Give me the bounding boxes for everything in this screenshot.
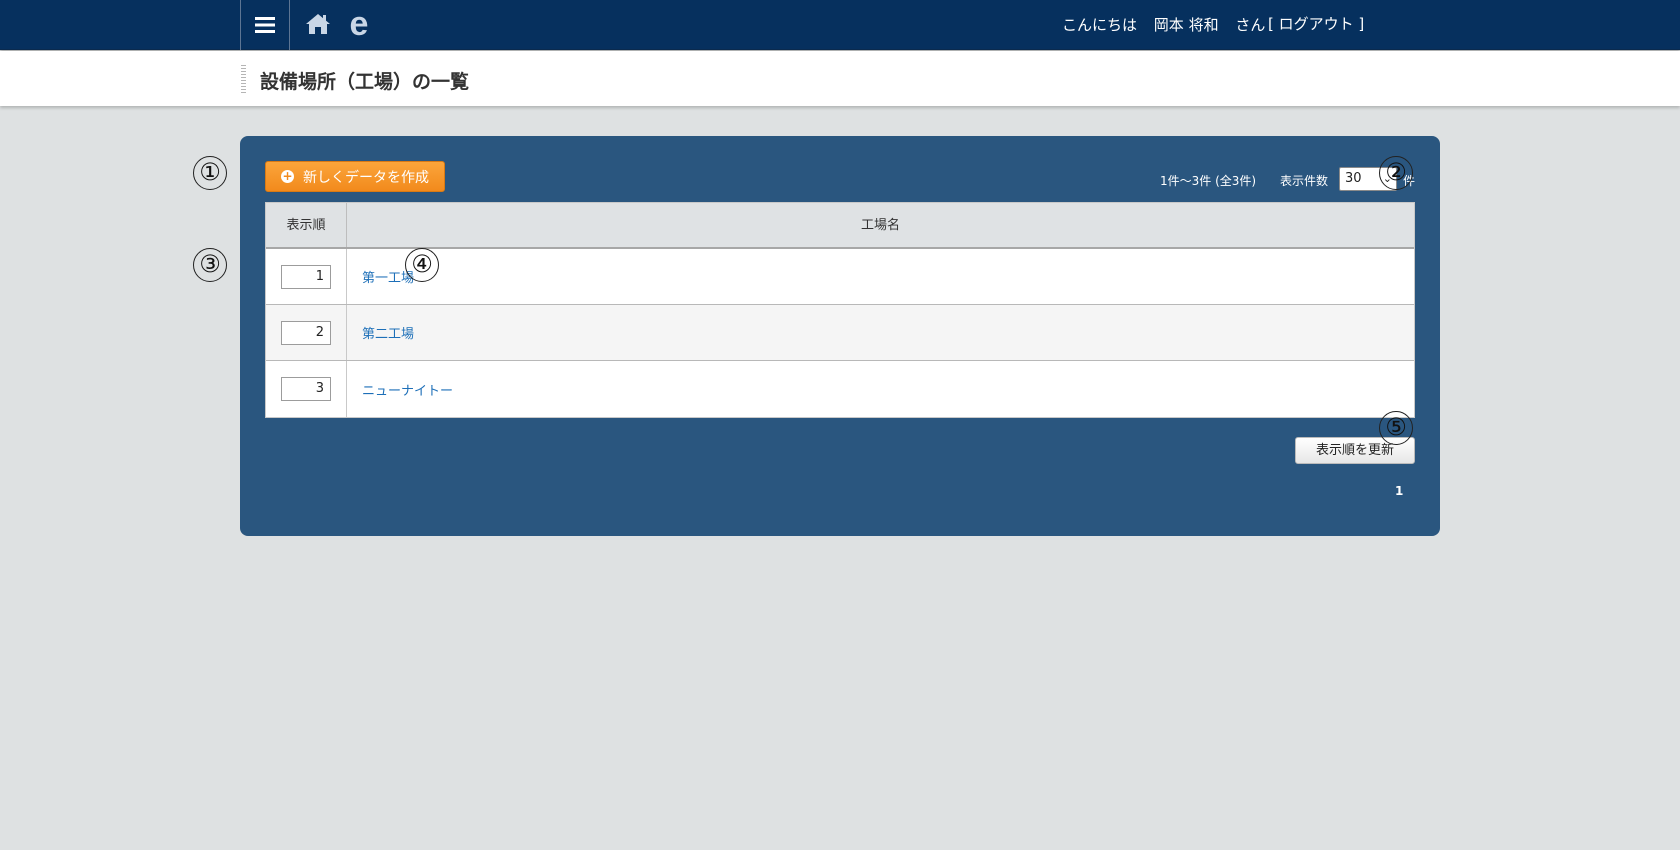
home-icon [306,14,330,34]
menu-button[interactable] [240,0,290,50]
user-name: 岡本 将和 [1153,16,1219,34]
create-data-button[interactable]: + 新しくデータを作成 [265,161,445,192]
per-page-label: 表示件数 [1280,174,1329,188]
user-greeting: こんにちは 岡本 将和 さん [1062,14,1277,35]
callout-marker-2: ② [1379,156,1413,190]
home-button[interactable] [304,10,332,38]
create-button-label: 新しくデータを作成 [303,169,429,186]
factory-link[interactable]: 第二工場 [362,323,414,342]
top-bar: e こんにちは 岡本 将和 さん [ ログアウト ] [0,0,1680,50]
factory-link[interactable]: ニューナイトー [362,380,453,399]
order-cell: 2 [266,305,347,360]
callout-marker-3: ③ [193,248,227,282]
table-header: 表示順 工場名 [266,203,1414,249]
factory-table: 表示順 工場名 1 第一工場 2 第二工場 3 ニューナイトー [265,202,1415,418]
per-page-value: 30 [1345,171,1362,186]
order-input[interactable]: 3 [281,377,331,401]
record-range-text: 1件～3件 (全3件) [1160,174,1257,188]
pagination-page[interactable]: 1 [1395,484,1403,498]
title-grip-decoration [241,65,246,95]
name-cell: 第二工場 [347,305,1414,360]
hamburger-icon [255,17,275,33]
logout-link[interactable]: [ ログアウト ] [1268,13,1364,34]
title-bar: 設備場所（工場）の一覧 [0,51,1680,106]
order-cell: 3 [266,361,347,417]
honorific: さん [1235,16,1266,34]
order-input[interactable]: 2 [281,320,331,345]
table-row: 1 第一工場 [266,249,1414,305]
plus-circle-icon: + [281,169,294,183]
page-title: 設備場所（工場）の一覧 [260,71,470,93]
callout-marker-4: ④ [405,248,439,282]
order-input[interactable]: 1 [281,264,331,289]
table-row: 3 ニューナイトー [266,361,1414,417]
greeting-text: こんにちは [1062,16,1138,34]
name-cell: ニューナイトー [347,361,1414,417]
e-logo-button[interactable]: e [344,4,374,44]
order-cell: 1 [266,249,347,304]
name-cell: 第一工場 [347,249,1414,304]
callout-marker-1: ① [193,156,227,190]
column-header-name: 工場名 [860,218,900,233]
callout-marker-5: ⑤ [1379,411,1413,445]
table-row: 2 第二工場 [266,305,1414,361]
column-header-order: 表示順 [266,203,347,247]
